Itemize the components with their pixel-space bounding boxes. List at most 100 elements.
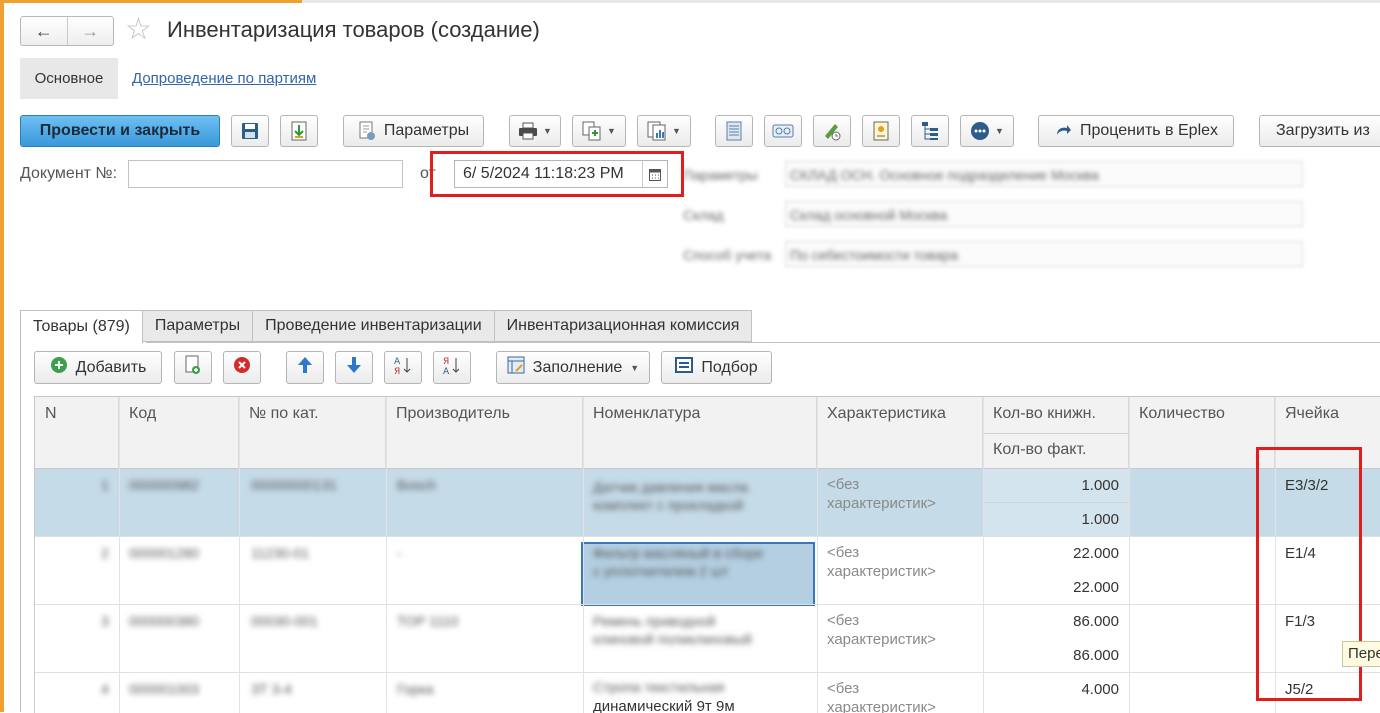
eplex-price-button[interactable]: Проценить в Eplex: [1038, 115, 1234, 147]
load-from-button[interactable]: Загрузить из: [1259, 115, 1380, 147]
subnav-batch-posting-link[interactable]: Допроведение по партиям: [132, 70, 316, 87]
col-header-quantity[interactable]: Количество: [1129, 397, 1275, 469]
print-icon: [518, 122, 538, 140]
pick-label: Подбор: [701, 358, 758, 376]
move-up-button[interactable]: [286, 351, 324, 384]
sign-button[interactable]: [813, 115, 851, 147]
row-nomenclature-2: с уплотнителем 2 шт: [593, 563, 729, 579]
more-icon: [970, 121, 990, 141]
list-button[interactable]: [715, 115, 753, 147]
row-qty-fact[interactable]: 1.000: [983, 511, 1119, 528]
document-button[interactable]: [862, 115, 900, 147]
tree-icon: [921, 121, 939, 141]
row-catalog: ЗТ 3-4: [251, 681, 292, 697]
doc-number-field[interactable]: [128, 160, 403, 188]
date-from-label: от: [420, 165, 436, 182]
post-and-close-button[interactable]: Провести и закрыть: [20, 115, 220, 147]
post-button[interactable]: [280, 115, 318, 147]
delete-row-button[interactable]: [223, 351, 261, 384]
row-cell[interactable]: E3/3/2: [1285, 477, 1328, 494]
parameters-button[interactable]: Параметры: [343, 115, 484, 147]
table-row[interactable]: 2 000001280 11230-01 - Фильтр масляный в…: [35, 537, 1380, 605]
row-manufacturer: TOP 1110: [397, 613, 459, 629]
create-based-on-button[interactable]: ▼: [572, 115, 626, 147]
row-char-1: <без: [827, 544, 860, 561]
row-catalog: 00000000131: [251, 477, 337, 493]
row-cell[interactable]: F1/3: [1285, 613, 1315, 630]
sort-desc-button[interactable]: ЯА: [433, 351, 471, 384]
table-row[interactable]: 4 000001003 ЗТ 3-4 Горка Стропа текстиль…: [35, 673, 1380, 713]
subnav-main[interactable]: Основное: [20, 58, 118, 99]
move-down-button[interactable]: [335, 351, 373, 384]
reports-icon: [647, 121, 667, 141]
row-nomenclature-1: Ремень приводной: [593, 613, 716, 629]
doc-number-label: Документ №:: [20, 165, 118, 182]
col-header-n[interactable]: N: [35, 397, 119, 469]
col-header-qty-book-cell: Кол-во книжн.: [983, 397, 1128, 434]
col-header-manufacturer[interactable]: Производитель: [386, 397, 583, 469]
row-qty-book[interactable]: 86.000: [983, 613, 1119, 630]
add-row-button[interactable]: Добавить: [34, 351, 162, 384]
row-cell[interactable]: J5/2: [1285, 681, 1313, 698]
star-icon[interactable]: ☆: [125, 12, 152, 48]
save-button[interactable]: [231, 115, 269, 147]
sort-asc-button[interactable]: АЯ: [384, 351, 422, 384]
print-button[interactable]: ▼: [509, 115, 561, 147]
svg-text:А: А: [443, 367, 450, 375]
row-qty-book[interactable]: 4.000: [983, 681, 1119, 698]
row-char-1: <без: [827, 680, 860, 697]
row-qty-fact[interactable]: 22.000: [983, 579, 1119, 596]
svg-text:Я: Я: [443, 357, 449, 367]
tooltip: Перемещение: [1342, 641, 1380, 667]
blurred-label-3: Способ учета: [683, 247, 771, 263]
more-actions-button[interactable]: ▼: [960, 115, 1014, 147]
reports-button[interactable]: ▼: [637, 115, 691, 147]
date-field[interactable]: 6/ 5/2024 11:18:23 PM: [454, 160, 668, 188]
tab-goods[interactable]: Товары (879): [20, 310, 143, 343]
col-header-characteristic[interactable]: Характеристика: [817, 397, 983, 469]
col-header-qty-fact[interactable]: Кол-во факт.: [993, 441, 1086, 459]
redo-arrow-icon: [1054, 123, 1072, 139]
row-qty-book[interactable]: 1.000: [983, 477, 1119, 494]
copy-row-button[interactable]: [174, 351, 212, 384]
pick-button[interactable]: Подбор: [661, 351, 772, 384]
fill-menu-button[interactable]: Заполнение ▼: [496, 351, 650, 384]
table-row[interactable]: 3 000000380 00030-001 TOP 1110 Ремень пр…: [35, 605, 1380, 673]
row-cell[interactable]: E1/4: [1285, 545, 1316, 562]
barcode-button[interactable]: [764, 115, 802, 147]
forward-button[interactable]: →: [66, 17, 114, 45]
row-nomenclature-2: клиновой поликлиновый: [593, 631, 752, 647]
qty-subline: [983, 502, 1129, 503]
col-header-nomenclature[interactable]: Номенклатура: [583, 397, 817, 469]
table-row[interactable]: 1 000000982 00000000131 Bosch Датчик дав…: [35, 469, 1380, 606]
back-button[interactable]: ←: [21, 17, 67, 45]
row-char-2: характеристик>: [827, 631, 936, 648]
tab-commission[interactable]: Инвентаризационная комиссия: [494, 310, 753, 342]
create-based-icon: [582, 121, 602, 141]
col-header-qty[interactable]: Кол-во книжн. Кол-во факт.: [983, 397, 1129, 469]
structure-button[interactable]: [911, 115, 949, 147]
row-catalog: 00030-001: [251, 613, 318, 629]
sort-descending-icon: ЯА: [442, 355, 462, 380]
tab-conduct[interactable]: Проведение инвентаризации: [253, 310, 495, 342]
row-char-1: <без: [827, 476, 860, 493]
calendar-icon[interactable]: [642, 161, 667, 187]
col-separator: [1129, 397, 1130, 713]
row-manufacturer: Bosch: [397, 477, 436, 493]
col-header-catalog[interactable]: № по кат.: [239, 397, 386, 469]
row-qty-book[interactable]: 22.000: [983, 545, 1119, 562]
col-header-qty-book[interactable]: Кол-во книжн.: [993, 405, 1096, 423]
blurred-value-1: СКЛАД ОСН. Основное подразделение Москва: [790, 167, 1099, 183]
col-header-code[interactable]: Код: [119, 397, 239, 469]
sort-ascending-icon: АЯ: [393, 355, 413, 380]
row-qty-fact[interactable]: 86.000: [983, 647, 1119, 664]
col-header-cell[interactable]: Ячейка: [1275, 397, 1380, 469]
navigation-buttons: ← →: [20, 16, 114, 46]
tab-parameters[interactable]: Параметры: [142, 310, 254, 342]
col-separator: [1275, 397, 1276, 713]
copy-add-icon: [185, 355, 201, 380]
window-top-strip: [0, 0, 1380, 3]
svg-text:Я: Я: [394, 367, 400, 375]
arrow-up-icon: [297, 356, 313, 379]
col-separator: [386, 397, 387, 713]
